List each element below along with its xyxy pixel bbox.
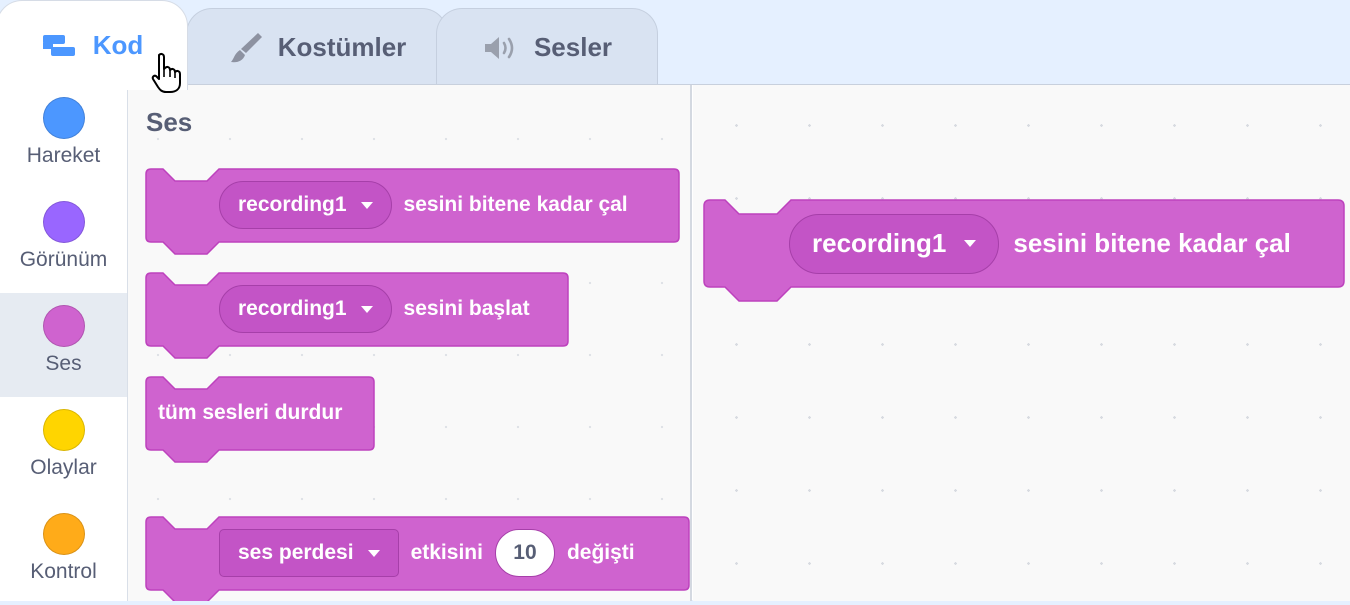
sound-dropdown[interactable]: recording1 xyxy=(219,181,392,229)
category-looks[interactable]: Görünüm xyxy=(0,189,127,293)
code-editor-area: Hareket Görünüm Ses Olaylar Kontrol Ses … xyxy=(0,84,1350,601)
category-sound-label: Ses xyxy=(45,352,82,375)
palette-section-title: Ses xyxy=(146,107,193,137)
play-sound-until-done-block[interactable]: recording1 sesini bitene kadar çal xyxy=(145,168,680,255)
hand-pointer-cursor-icon xyxy=(150,52,184,99)
editor-tab-bar: Kod Kostümler Sesler xyxy=(0,0,1350,92)
workspace-sound-dropdown-value: recording1 xyxy=(812,228,947,258)
category-sound[interactable]: Ses xyxy=(0,293,127,397)
script-workspace[interactable]: recording1 sesini bitene kadar çal xyxy=(693,85,1350,601)
block-palette: Ses recording1 sesini bitene kadar çal r… xyxy=(128,85,692,601)
tab-code-label: Kod xyxy=(92,30,144,60)
speaker-icon xyxy=(482,34,520,62)
paintbrush-icon xyxy=(228,30,264,66)
block-text: sesini başlat xyxy=(403,297,530,320)
category-menu: Hareket Görünüm Ses Olaylar Kontrol xyxy=(0,85,128,601)
start-sound-block[interactable]: recording1 sesini başlat xyxy=(145,272,569,359)
chevron-down-icon xyxy=(367,549,380,557)
tab-costumes-label: Kostümler xyxy=(277,32,407,62)
tab-costumes[interactable]: Kostümler xyxy=(186,8,448,92)
category-control-dot xyxy=(42,513,85,555)
workspace-block-text: sesini bitene kadar çal xyxy=(1013,228,1291,258)
category-sound-dot xyxy=(42,305,85,347)
category-events-dot xyxy=(42,409,85,451)
chevron-down-icon xyxy=(360,201,373,209)
stop-all-sounds-block[interactable]: tüm sesleri durdur xyxy=(145,376,375,463)
effect-dropdown-value: ses perdesi xyxy=(238,541,354,564)
block-text: tüm sesleri durdur xyxy=(158,401,343,424)
sound-dropdown[interactable]: recording1 xyxy=(219,285,392,333)
chevron-down-icon xyxy=(360,305,373,313)
category-motion[interactable]: Hareket xyxy=(0,85,127,189)
category-motion-label: Hareket xyxy=(26,144,101,167)
category-looks-label: Görünüm xyxy=(19,248,108,271)
block-text-2: değişti xyxy=(566,541,635,564)
effect-dropdown[interactable]: ses perdesi xyxy=(219,529,399,577)
tab-sounds[interactable]: Sesler xyxy=(436,8,658,92)
effect-amount-input[interactable]: 10 xyxy=(494,529,555,577)
category-control-label: Kontrol xyxy=(30,560,97,583)
workspace-play-sound-until-done-block[interactable]: recording1 sesini bitene kadar çal xyxy=(703,199,1345,302)
category-motion-dot xyxy=(42,97,85,139)
workspace-sound-dropdown[interactable]: recording1 xyxy=(789,213,1000,274)
category-events[interactable]: Olaylar xyxy=(0,397,127,501)
block-text: etkisini xyxy=(410,541,483,564)
sound-dropdown-value: recording1 xyxy=(238,297,347,320)
code-blocks-icon xyxy=(41,33,79,59)
category-looks-dot xyxy=(42,201,85,243)
block-text: sesini bitene kadar çal xyxy=(403,193,628,216)
category-control[interactable]: Kontrol xyxy=(0,501,127,605)
sound-dropdown-value: recording1 xyxy=(238,193,347,216)
change-effect-by-block[interactable]: ses perdesi etkisini 10 değişti xyxy=(145,516,690,601)
category-events-label: Olaylar xyxy=(30,456,97,479)
chevron-down-icon xyxy=(964,240,977,247)
tab-sounds-label: Sesler xyxy=(533,32,613,62)
